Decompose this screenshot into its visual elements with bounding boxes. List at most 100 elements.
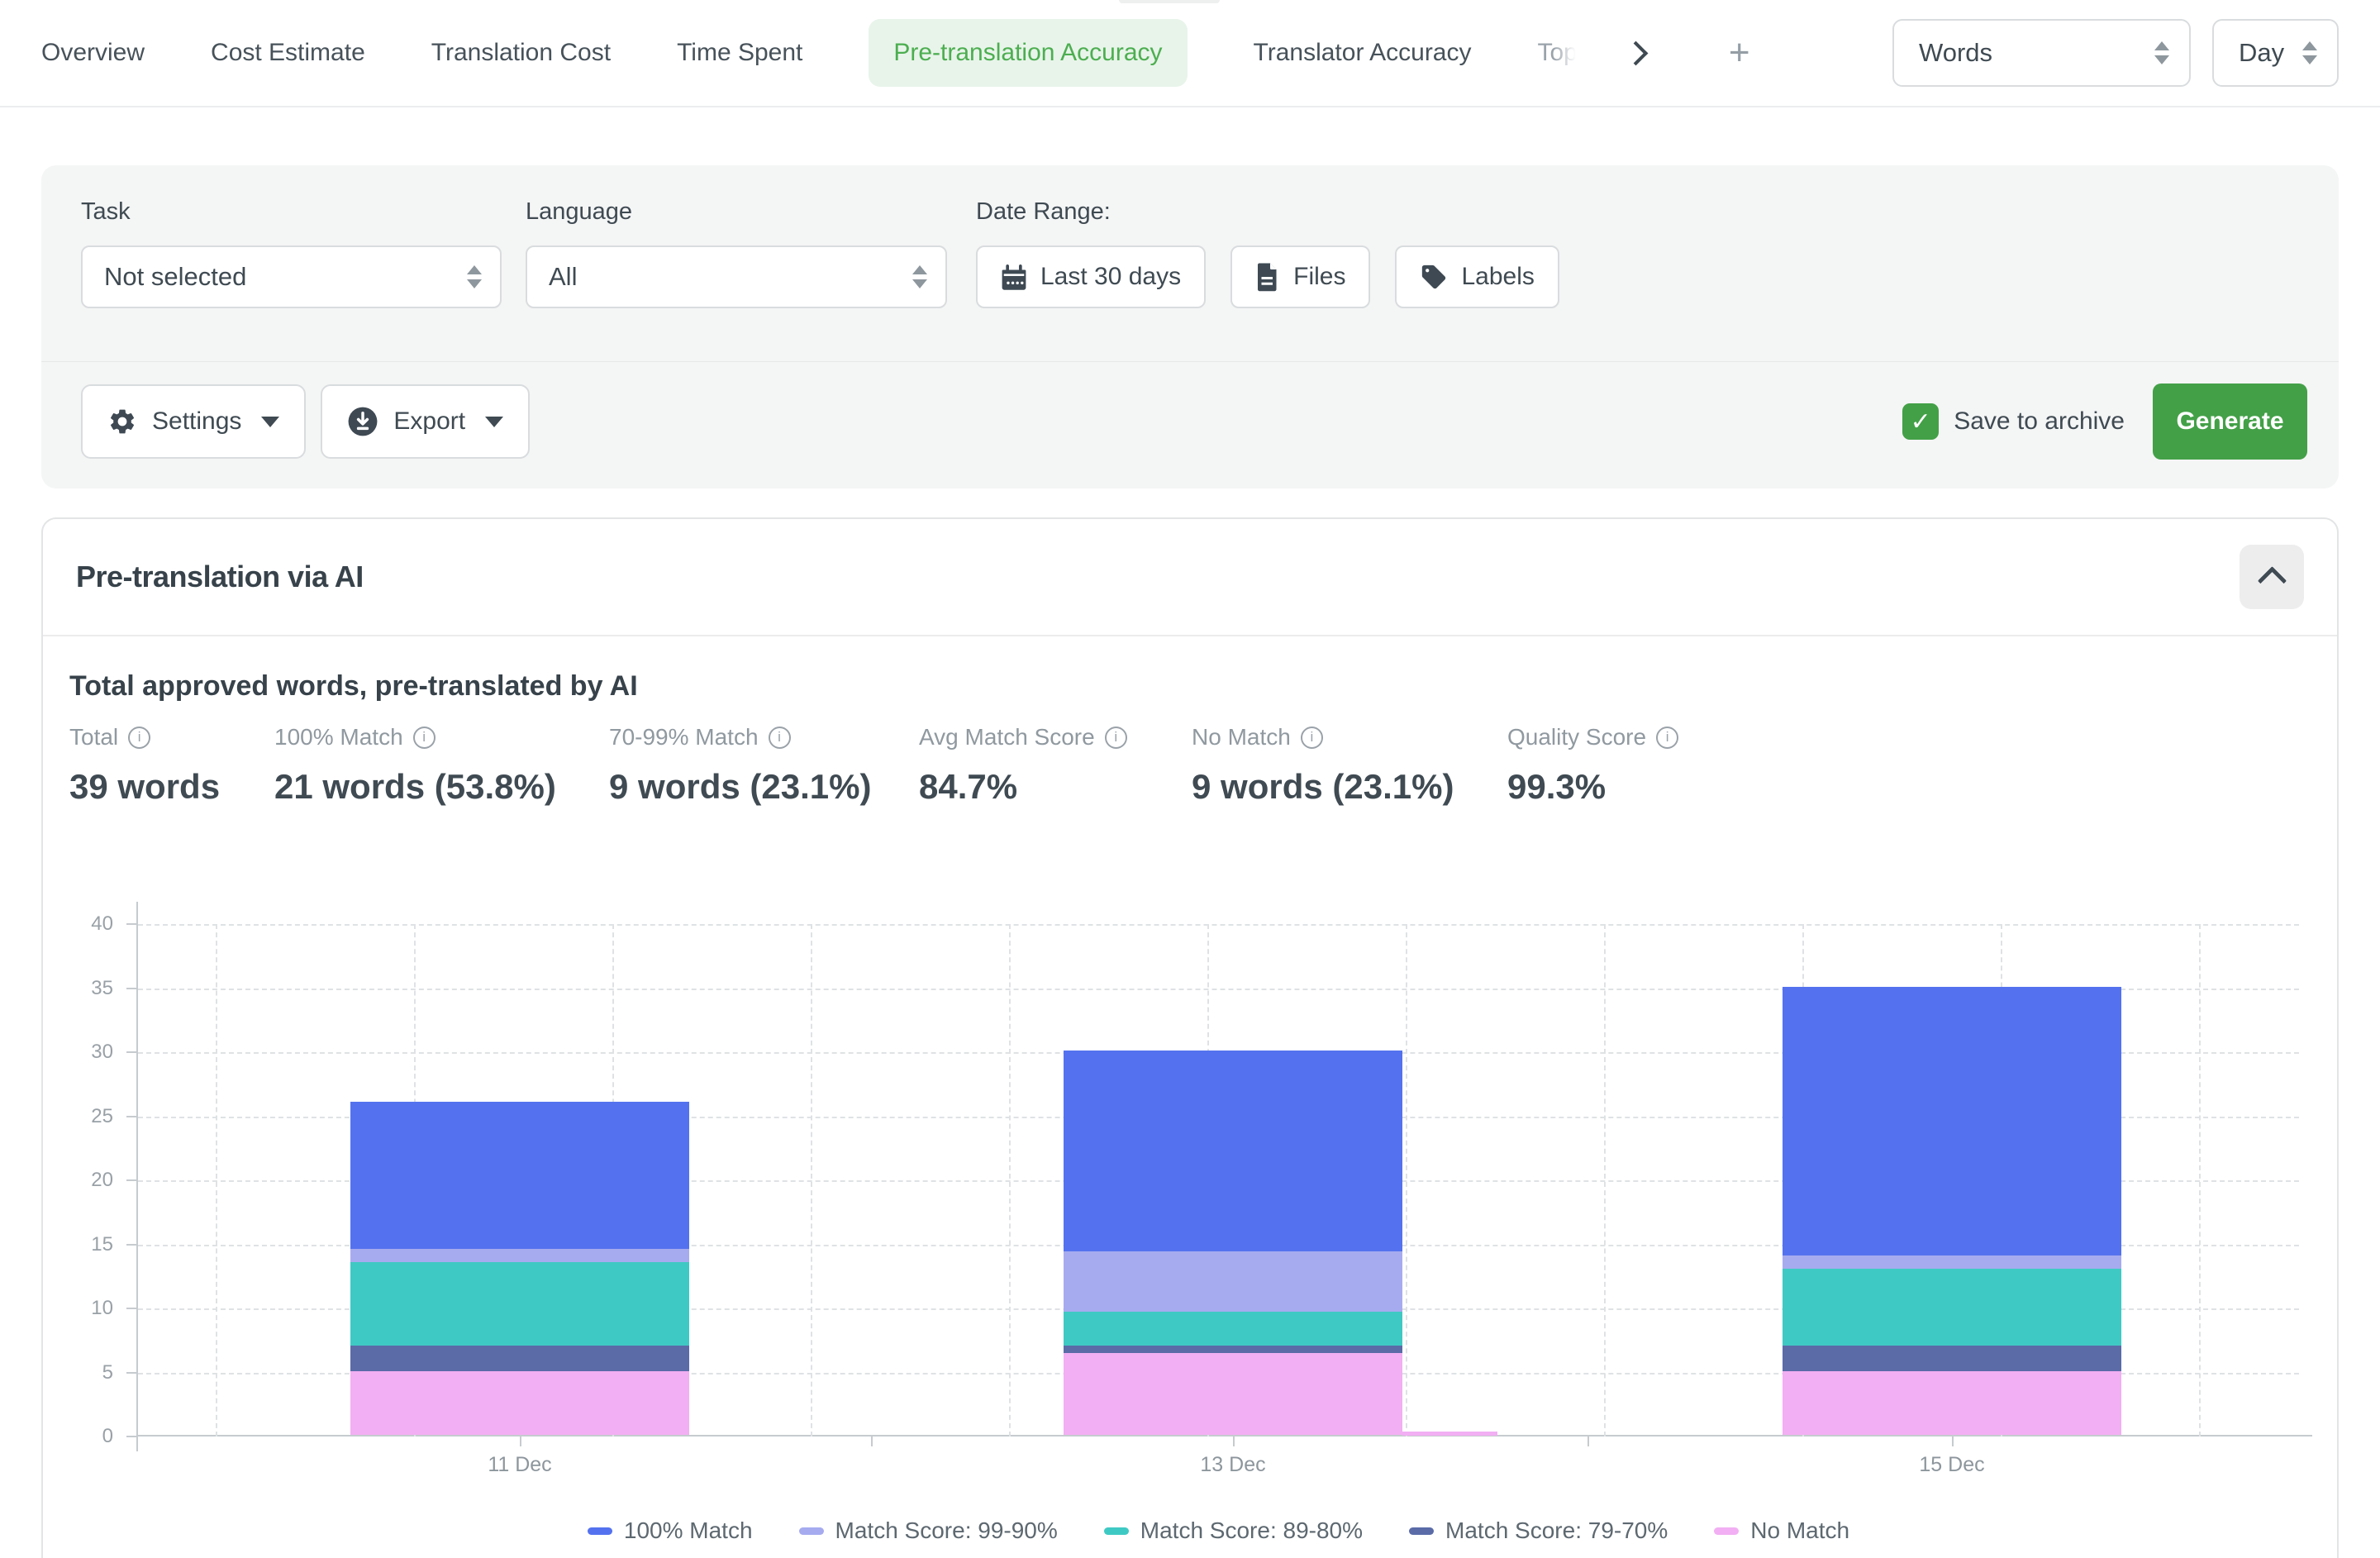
legend-label: No Match xyxy=(1750,1518,1849,1544)
export-button[interactable]: Export xyxy=(321,384,530,459)
language-field: Language All xyxy=(526,198,976,308)
tab-translation-cost[interactable]: Translation Cost xyxy=(431,39,611,67)
v-gridline xyxy=(2199,924,2201,1437)
x-axis-line xyxy=(136,1435,2312,1437)
bar-segment xyxy=(1064,1353,1402,1435)
x-axis-minor-tick xyxy=(1587,1437,1589,1446)
stat-label: Total xyxy=(69,724,118,750)
select-arrows-icon xyxy=(2154,41,2169,64)
collapse-card-button[interactable] xyxy=(2240,545,2304,609)
tab-pre-translation-accuracy[interactable]: Pre-translation Accuracy xyxy=(869,19,1187,87)
caret-down-icon xyxy=(485,417,503,427)
file-icon xyxy=(1255,262,1280,292)
filter-row: Task Not selected Language All Date Rang… xyxy=(81,198,2299,308)
generate-button[interactable]: Generate xyxy=(2153,384,2307,460)
y-axis-tick xyxy=(126,988,138,989)
y-axis-label: 15 xyxy=(91,1233,113,1256)
y-axis-label: 40 xyxy=(91,912,113,936)
stat-label: No Match xyxy=(1192,724,1291,750)
info-icon[interactable]: i xyxy=(1301,727,1323,749)
y-axis-label: 30 xyxy=(91,1041,113,1064)
gear-icon xyxy=(107,407,137,436)
stat-avg-match-score: Avg Match Scorei 84.7% xyxy=(919,722,1192,810)
date-range-label: Date Range: xyxy=(976,198,1559,226)
stat-no-match: No Match i 9 words (23.1%) xyxy=(1192,722,1507,810)
export-button-label: Export xyxy=(393,407,465,436)
files-button-label: Files xyxy=(1293,263,1345,291)
card-title: Pre-translation via AI xyxy=(76,560,364,594)
legend-item[interactable]: Match Score: 89-80% xyxy=(1104,1518,1363,1544)
task-select-value: Not selected xyxy=(104,262,246,292)
near-zero-bar-sliver xyxy=(1402,1432,1497,1436)
task-field: Task Not selected xyxy=(81,198,526,308)
y-axis-tick xyxy=(126,1372,138,1374)
language-select[interactable]: All xyxy=(526,245,947,308)
stat-label: 70-99% Match xyxy=(609,724,759,750)
info-icon[interactable]: i xyxy=(413,727,436,749)
info-icon[interactable]: i xyxy=(128,727,150,749)
info-icon[interactable]: i xyxy=(1656,727,1678,749)
legend-item[interactable]: 100% Match xyxy=(588,1518,753,1544)
report-tabs-bar: Overview Cost Estimate Translation Cost … xyxy=(0,0,2380,107)
y-axis-label: 5 xyxy=(102,1361,113,1384)
tag-icon xyxy=(1420,263,1448,291)
stat-value: 39 words xyxy=(69,764,274,810)
tab-cost-estimate[interactable]: Cost Estimate xyxy=(211,39,365,67)
stat-value: 21 words (53.8%) xyxy=(274,764,609,810)
check-icon: ✓ xyxy=(1911,407,1931,436)
chevron-up-icon xyxy=(2257,566,2286,595)
date-range-button-label: Last 30 days xyxy=(1040,263,1181,291)
tab-time-spent[interactable]: Time Spent xyxy=(677,39,802,67)
chart-legend: 100% Match Match Score: 99-90% Match Score… xyxy=(138,1518,2299,1544)
download-circle-icon xyxy=(347,406,378,437)
tab-translator-accuracy[interactable]: Translator Accuracy xyxy=(1254,39,1472,67)
info-icon[interactable]: i xyxy=(769,727,791,749)
calendar-icon xyxy=(1001,263,1027,291)
language-select-value: All xyxy=(549,262,577,292)
y-axis-label: 20 xyxy=(91,1169,113,1192)
analytics-page: Overview Cost Estimate Translation Cost … xyxy=(0,0,2380,1558)
y-axis-tick xyxy=(126,1436,138,1437)
period-select[interactable]: Day xyxy=(2212,19,2339,87)
legend-marker xyxy=(588,1527,612,1535)
settings-button[interactable]: Settings xyxy=(81,384,306,459)
x-axis-tick xyxy=(520,1437,521,1446)
tab-overview[interactable]: Overview xyxy=(41,39,145,67)
bar-segment xyxy=(350,1371,689,1436)
x-axis-tick xyxy=(1952,1437,1954,1446)
tab-top-truncated[interactable]: Top xyxy=(1538,39,1578,67)
unit-select-value: Words xyxy=(1919,38,1992,68)
task-select[interactable]: Not selected xyxy=(81,245,502,308)
stats-row: Totali 39 words 100% Matchi 21 words (53… xyxy=(69,722,2311,810)
stat-70-99-match: 70-99% Match i 9 words (23.1%) xyxy=(609,722,919,810)
report-global-selects: Words Day xyxy=(1892,19,2339,87)
date-range-field: Date Range: Last 30 days Files xyxy=(976,198,1559,308)
x-axis-label: 11 Dec xyxy=(488,1453,551,1477)
legend-item[interactable]: Match Score: 79-70% xyxy=(1409,1518,1668,1544)
bar-segment xyxy=(1783,987,2121,1256)
date-range-button[interactable]: Last 30 days xyxy=(976,245,1206,308)
card-body: Total approved words, pre-translated by … xyxy=(43,666,2337,1558)
stat-value: 9 words (23.1%) xyxy=(1192,764,1507,810)
filter-buttons: Last 30 days Files Labels xyxy=(976,245,1559,308)
stat-value: 84.7% xyxy=(919,764,1192,810)
legend-item[interactable]: No Match xyxy=(1714,1518,1849,1544)
info-icon[interactable]: i xyxy=(1105,727,1127,749)
legend-marker xyxy=(1714,1527,1739,1535)
legend-item[interactable]: Match Score: 99-90% xyxy=(799,1518,1058,1544)
x-axis-label: 15 Dec xyxy=(1919,1453,1984,1477)
stat-value: 9 words (23.1%) xyxy=(609,764,919,810)
legend-marker xyxy=(1409,1527,1434,1535)
task-label: Task xyxy=(81,198,526,226)
files-button[interactable]: Files xyxy=(1230,245,1370,308)
save-to-archive-label: Save to archive xyxy=(1954,407,2125,436)
y-axis-label: 25 xyxy=(91,1105,113,1128)
y-axis-tick xyxy=(126,1116,138,1117)
save-to-archive-checkbox[interactable]: ✓ xyxy=(1902,403,1939,440)
unit-select[interactable]: Words xyxy=(1892,19,2191,87)
bar-segment xyxy=(1783,1346,2121,1371)
labels-button[interactable]: Labels xyxy=(1395,245,1559,308)
filter-panel-divider xyxy=(41,361,2339,362)
more-tabs-chevron-icon[interactable] xyxy=(1624,40,1649,65)
add-report-button[interactable]: + xyxy=(1729,35,1750,71)
